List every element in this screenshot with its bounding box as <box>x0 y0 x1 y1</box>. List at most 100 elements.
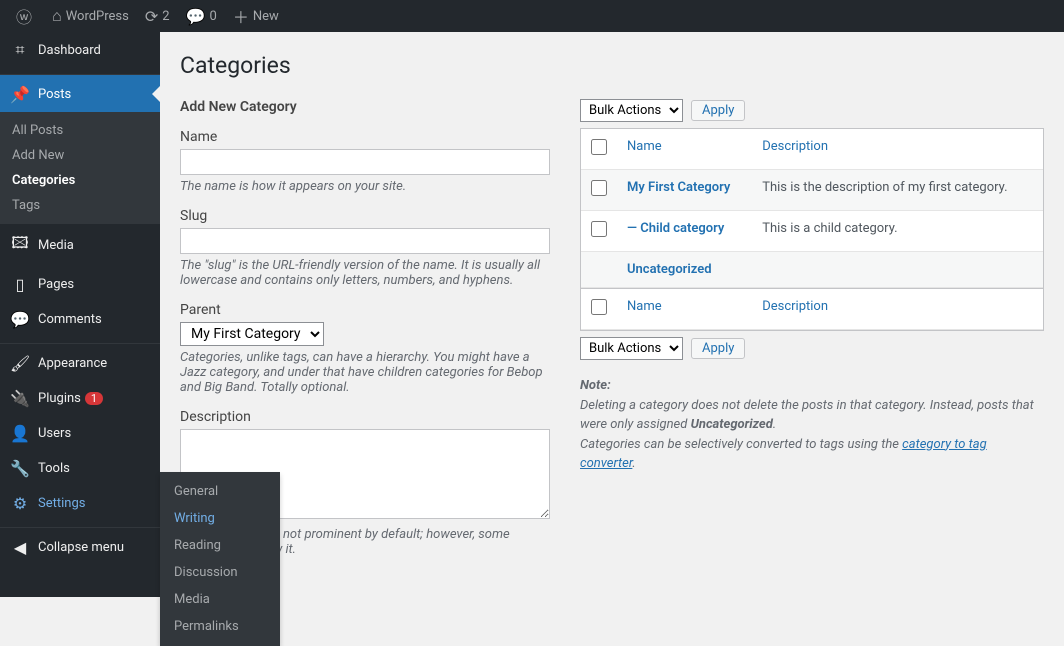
name-input[interactable] <box>180 149 550 175</box>
categories-list-panel: Bulk Actions Apply Name Description <box>580 99 1044 571</box>
menu-label: Tools <box>38 461 70 476</box>
flyout-general[interactable]: General <box>160 478 280 505</box>
menu-label: Comments <box>38 312 102 327</box>
comments-icon: 💬 <box>10 310 30 329</box>
submenu-categories[interactable]: Categories <box>0 168 160 193</box>
categories-table: Name Description My First Category This … <box>580 128 1044 331</box>
site-link[interactable]: ⌂ WordPress <box>44 0 137 32</box>
category-description <box>752 252 1043 288</box>
select-all-bottom[interactable] <box>591 299 607 315</box>
name-help: The name is how it appears on your site. <box>180 179 550 194</box>
description-label: Description <box>180 409 550 425</box>
plus-icon: ＋ <box>233 4 249 28</box>
tablenav-bottom: Bulk Actions Apply <box>580 337 1044 360</box>
submenu-all-posts[interactable]: All Posts <box>0 118 160 143</box>
flyout-discussion[interactable]: Discussion <box>160 559 280 586</box>
apply-button-top[interactable]: Apply <box>691 100 745 121</box>
note-line1: Deleting a category does not delete the … <box>580 398 1034 433</box>
menu-label: Media <box>38 238 74 253</box>
bulk-actions-select-bottom[interactable]: Bulk Actions <box>580 337 683 360</box>
col-name-footer[interactable]: Name <box>617 288 752 330</box>
categories-note: Note: Deleting a category does not delet… <box>580 376 1044 474</box>
wordpress-logo[interactable]: ⓦ <box>8 0 44 32</box>
pages-icon: ▯ <box>10 275 30 294</box>
apply-button-bottom[interactable]: Apply <box>691 338 745 359</box>
category-link[interactable]: — Child category <box>627 221 724 236</box>
flyout-media[interactable]: Media <box>160 586 280 613</box>
comments-count: 0 <box>210 9 217 24</box>
submenu-posts: All Posts Add New Categories Tags <box>0 112 160 224</box>
bulk-actions-select-top[interactable]: Bulk Actions <box>580 99 683 122</box>
table-row: My First Category This is the descriptio… <box>581 170 1043 211</box>
menu-comments[interactable]: 💬 Comments <box>0 302 160 337</box>
collapse-menu[interactable]: ◀Collapse menu <box>0 527 160 565</box>
media-icon: 🖾 <box>10 232 30 259</box>
slug-label: Slug <box>180 208 550 224</box>
submenu-tags[interactable]: Tags <box>0 193 160 218</box>
wordpress-logo-icon: ⓦ <box>16 4 32 28</box>
menu-dashboard[interactable]: ⌗ Dashboard <box>0 32 160 68</box>
note-line2: Categories can be selectively converted … <box>580 437 902 452</box>
update-icon: ⟳ <box>145 7 158 26</box>
parent-select[interactable]: My First Category <box>180 322 324 346</box>
slug-input[interactable] <box>180 228 550 254</box>
brush-icon: 🖌 <box>10 354 30 373</box>
note-uncategorized: Uncategorized <box>691 417 773 432</box>
menu-label: Appearance <box>38 356 107 371</box>
flyout-permalinks[interactable]: Permalinks <box>160 613 280 640</box>
settings-flyout: General Writing Reading Discussion Media… <box>160 472 280 646</box>
row-checkbox[interactable] <box>591 221 607 237</box>
menu-label: Settings <box>38 496 85 511</box>
menu-tools[interactable]: 🔧 Tools <box>0 451 160 486</box>
admin-sidebar: ⌗ Dashboard 📌 Posts All Posts Add New Cate… <box>0 32 160 597</box>
new-link[interactable]: ＋ New <box>225 0 287 32</box>
menu-posts[interactable]: 📌 Posts <box>0 74 160 112</box>
page-title: Categories <box>180 52 1044 79</box>
menu-label: Posts <box>38 87 71 102</box>
col-desc-footer[interactable]: Description <box>752 288 1043 330</box>
menu-label: Pages <box>38 277 74 292</box>
menu-label: Dashboard <box>38 43 101 58</box>
category-description: This is the description of my first cate… <box>752 170 1043 211</box>
updates-link[interactable]: ⟳2 <box>137 0 178 32</box>
category-description: This is a child category. <box>752 211 1043 252</box>
new-label: New <box>253 9 279 24</box>
plug-icon: 🔌 <box>10 389 30 408</box>
main-content: Categories Add New Category Name The nam… <box>160 32 1064 597</box>
menu-plugins[interactable]: 🔌 Plugins 1 <box>0 381 160 416</box>
row-checkbox[interactable] <box>591 180 607 196</box>
select-all-top[interactable] <box>591 139 607 155</box>
form-title: Add New Category <box>180 99 550 115</box>
table-row: Uncategorized <box>581 252 1043 288</box>
comments-link[interactable]: 💬0 <box>178 0 225 32</box>
updates-count: 2 <box>162 9 169 24</box>
category-link[interactable]: Uncategorized <box>627 262 712 277</box>
flyout-writing[interactable]: Writing <box>160 505 280 532</box>
menu-users[interactable]: 👤Users <box>0 416 160 451</box>
menu-appearance[interactable]: 🖌 Appearance <box>0 343 160 381</box>
flyout-reading[interactable]: Reading <box>160 532 280 559</box>
admin-toolbar: ⓦ ⌂WordPress ⟳2 💬0 ＋New <box>0 0 1064 32</box>
sliders-icon: ⚙ <box>10 494 30 513</box>
menu-label: Collapse menu <box>38 540 124 555</box>
table-row: — Child category This is a child categor… <box>581 211 1043 252</box>
menu-pages[interactable]: ▯ Pages <box>0 267 160 302</box>
name-label: Name <box>180 129 550 145</box>
note-label: Note: <box>580 378 611 393</box>
site-name: WordPress <box>66 9 129 24</box>
menu-label: Plugins <box>38 391 81 406</box>
pin-icon: 📌 <box>10 85 30 104</box>
menu-label: Users <box>38 426 71 441</box>
category-link[interactable]: My First Category <box>627 180 730 195</box>
tablenav-top: Bulk Actions Apply <box>580 99 1044 122</box>
wrench-icon: 🔧 <box>10 459 30 478</box>
menu-media[interactable]: 🖾 Media <box>0 224 160 267</box>
col-desc-header[interactable]: Description <box>752 129 1043 170</box>
menu-settings[interactable]: ⚙ Settings <box>0 486 160 521</box>
dashboard-icon: ⌗ <box>10 40 30 60</box>
plugins-badge: 1 <box>85 392 103 405</box>
submenu-add-new[interactable]: Add New <box>0 143 160 168</box>
col-name-header[interactable]: Name <box>617 129 752 170</box>
slug-help: The "slug" is the URL-friendly version o… <box>180 258 550 288</box>
home-icon: ⌂ <box>52 6 62 26</box>
